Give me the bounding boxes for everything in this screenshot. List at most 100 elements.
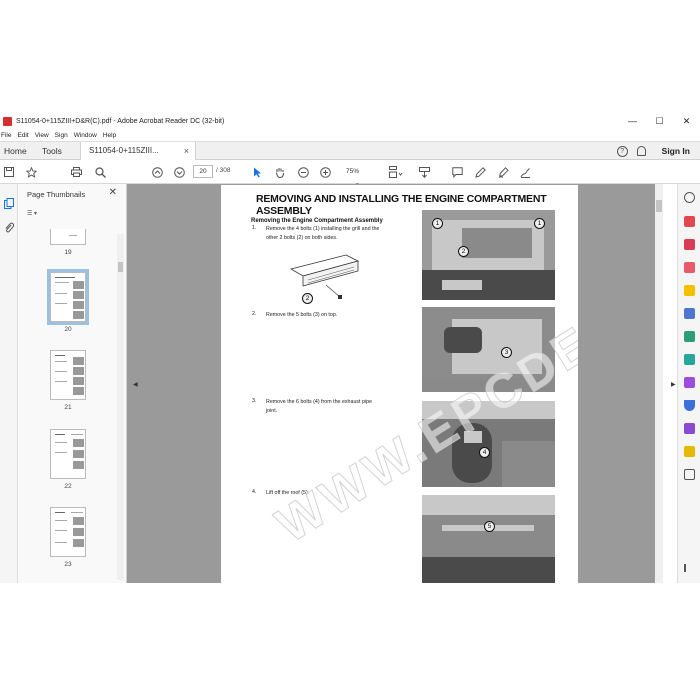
step-1-text: Remove the 4 bolts (1) installing the gr… xyxy=(266,226,380,241)
collapse-left-panel-icon[interactable]: ◀ xyxy=(133,381,138,388)
thumbnail-label-19: 19 xyxy=(64,249,72,256)
hand-tool-icon[interactable] xyxy=(274,165,286,179)
page-total: / 308 xyxy=(216,167,231,174)
search-icon[interactable] xyxy=(94,165,106,179)
select-cursor-icon[interactable] xyxy=(251,165,263,179)
menu-sign[interactable]: Sign xyxy=(55,132,68,139)
minimize-button[interactable]: — xyxy=(619,113,646,130)
photo-grill-bolts: 1 1 2 xyxy=(422,210,555,300)
maximize-button[interactable]: ☐ xyxy=(646,113,673,130)
page-number-input[interactable]: 20 xyxy=(193,165,213,178)
thumbnails-scrollbar[interactable] xyxy=(117,234,124,580)
grill-bolt-sketch: 2 xyxy=(286,249,361,314)
menu-file[interactable]: File xyxy=(1,132,11,139)
request-signature-icon[interactable] xyxy=(684,377,695,388)
step-1-number: 1. xyxy=(252,225,257,231)
tab-document[interactable]: S11054-0+115ZIII... × xyxy=(80,142,196,160)
attachment-paperclip-icon[interactable] xyxy=(4,220,15,238)
tab-bar-right: ? Sign In xyxy=(616,142,690,160)
scroll-mode-icon[interactable] xyxy=(418,165,430,179)
thumbnail-label-22: 22 xyxy=(64,483,72,490)
tab-document-label: S11054-0+115ZIII... xyxy=(89,146,159,155)
notification-bell-icon[interactable] xyxy=(636,146,646,156)
draw-signature-icon[interactable] xyxy=(497,165,509,179)
page-layout-icon[interactable] xyxy=(388,165,404,179)
thumbnail-page-21[interactable] xyxy=(50,350,86,400)
page-thumbnails-icon[interactable] xyxy=(4,196,14,214)
page-up-icon[interactable] xyxy=(151,165,163,179)
close-tab-icon[interactable]: × xyxy=(184,142,189,160)
menu-view[interactable]: View xyxy=(35,132,49,139)
collapse-right-panel-icon[interactable]: ▶ xyxy=(671,381,676,388)
menu-help[interactable]: Help xyxy=(103,132,116,139)
help-icon[interactable]: ? xyxy=(616,145,628,157)
thumbnails-panel-title: Page Thumbnails xyxy=(27,190,86,199)
acrobat-app-icon xyxy=(3,117,12,126)
page-thumbnails-panel: Page Thumbnails ✕ ☰ ▾ 19 20 21 22 23 xyxy=(18,184,127,583)
export-pdf-icon[interactable] xyxy=(684,216,695,227)
page-down-icon[interactable] xyxy=(173,165,185,179)
comment-icon[interactable] xyxy=(451,165,463,179)
main-toolbar: 20 / 308 75% ▾ xyxy=(0,160,700,188)
fill-and-sign-icon[interactable] xyxy=(519,165,531,179)
more-tools-icon[interactable] xyxy=(684,469,695,480)
left-navigation-rail xyxy=(0,184,18,583)
save-icon[interactable] xyxy=(3,165,15,179)
menu-window[interactable]: Window xyxy=(74,132,97,139)
callout-1-right: 1 xyxy=(534,218,545,229)
tab-tools[interactable]: Tools xyxy=(42,142,62,160)
combine-files-icon[interactable] xyxy=(684,308,695,319)
callout-2-sketch: 2 xyxy=(302,293,313,304)
tab-bar: Home Tools S11054-0+115ZIII... × ? Sign … xyxy=(0,141,700,160)
thumbnail-label-23: 23 xyxy=(64,561,72,568)
tab-home[interactable]: Home xyxy=(4,142,27,160)
thumbnail-label-21: 21 xyxy=(64,404,72,411)
step-3-text: Remove the 6 bolts (4) from the exhaust … xyxy=(266,399,372,414)
close-window-button[interactable]: ✕ xyxy=(673,113,700,130)
thumbnail-label-20: 20 xyxy=(64,326,72,333)
collapse-tools-icon[interactable] xyxy=(684,564,692,572)
menu-edit[interactable]: Edit xyxy=(17,132,28,139)
zoom-level-dropdown[interactable]: 75% ▾ xyxy=(340,165,370,188)
send-for-review-icon[interactable] xyxy=(684,446,695,457)
share-user-icon[interactable] xyxy=(684,192,695,203)
organize-pages-icon[interactable] xyxy=(684,331,695,342)
callout-1-left: 1 xyxy=(432,218,443,229)
acrobat-window: S11054-0+115ZIII+D&R(C).pdf - Adobe Acro… xyxy=(0,113,700,583)
document-scrollbar-thumb[interactable] xyxy=(656,200,662,212)
step-3-number: 3. xyxy=(252,398,257,404)
highlight-pen-icon[interactable] xyxy=(474,165,486,179)
document-scrollbar[interactable] xyxy=(655,184,663,583)
fill-sign-tool-icon[interactable] xyxy=(684,423,695,434)
thumbnail-page-20[interactable] xyxy=(47,269,89,325)
window-controls: — ☐ ✕ xyxy=(619,113,700,130)
edit-pdf-icon[interactable] xyxy=(684,262,695,273)
right-tools-rail xyxy=(677,184,700,583)
window-title: S11054-0+115ZIII+D&R(C).pdf - Adobe Acro… xyxy=(16,118,225,125)
create-pdf-icon[interactable] xyxy=(684,239,695,250)
subheading: Removing the Engine Compartment Assembly xyxy=(251,218,383,224)
step-2-text: Remove the 5 bolts (3) on top. xyxy=(266,312,338,318)
title-bar: S11054-0+115ZIII+D&R(C).pdf - Adobe Acro… xyxy=(0,113,700,130)
photo-roof-lift: 5 xyxy=(422,495,555,583)
thumbnail-page-23[interactable] xyxy=(50,507,86,557)
zoom-out-icon[interactable] xyxy=(297,165,309,179)
thumbnail-options-button[interactable]: ☰ ▾ xyxy=(27,210,45,220)
zoom-level-value: 75% xyxy=(346,168,360,175)
thumbnails-scrollbar-thumb[interactable] xyxy=(118,262,123,272)
step-2-number: 2. xyxy=(252,311,257,317)
menu-bar: File Edit View Sign Window Help xyxy=(0,130,122,141)
zoom-in-icon[interactable] xyxy=(319,165,331,179)
thumbnail-page-22[interactable] xyxy=(50,429,86,479)
callout-5-photo: 5 xyxy=(484,521,495,532)
thumbnail-page-19[interactable] xyxy=(50,229,86,245)
bookmark-star-icon[interactable] xyxy=(25,165,37,179)
step-4-number: 4. xyxy=(252,489,257,495)
sign-in-button[interactable]: Sign In xyxy=(662,146,690,156)
compress-pdf-icon[interactable] xyxy=(684,354,695,365)
close-panel-icon[interactable]: ✕ xyxy=(109,187,117,198)
callout-2-photo: 2 xyxy=(458,246,469,257)
protect-shield-icon[interactable] xyxy=(684,400,695,411)
comment-tool-icon[interactable] xyxy=(684,285,695,296)
print-icon[interactable] xyxy=(70,165,82,179)
